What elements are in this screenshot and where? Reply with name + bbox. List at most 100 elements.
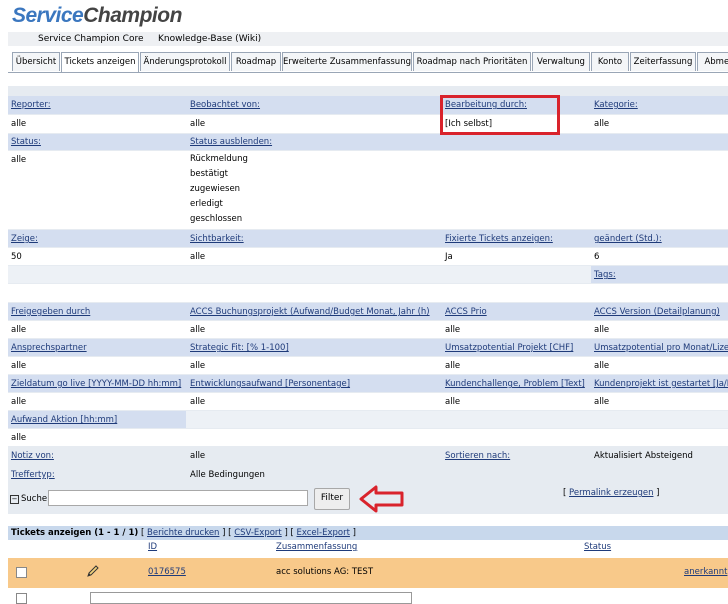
- filter-buchungsprojekt-value: alle: [190, 325, 206, 335]
- filter-row-10: Treffertyp: Alle Bedingungen: [8, 466, 728, 484]
- filter-accs-version-value: alle: [594, 325, 610, 335]
- hide-status-item: bestätigt: [190, 169, 229, 179]
- edit-pencil-icon[interactable]: [86, 564, 100, 578]
- filter-reporter-label[interactable]: Reporter:: [11, 100, 51, 110]
- filter-status-ausblenden-label[interactable]: Status ausblenden:: [190, 137, 272, 147]
- tab-konto[interactable]: Konto: [591, 52, 629, 71]
- ticket-id[interactable]: 0176575: [148, 567, 186, 577]
- filter-sortieren-value: Aktualisiert Absteigend: [594, 451, 693, 461]
- hide-status-item: Rückmeldung: [190, 154, 248, 164]
- filter-row-7-headers: Zieldatum go live [YYYY-MM-DD hh:mm] Ent…: [8, 375, 728, 392]
- row-checkbox[interactable]: [16, 567, 27, 578]
- tab-aenderungsprotokoll[interactable]: Änderungsprotokoll: [140, 52, 230, 71]
- tab-uebersicht[interactable]: Übersicht: [12, 52, 60, 71]
- bottom-action-row: [8, 590, 728, 604]
- print-reports-link[interactable]: Berichte drucken: [147, 528, 219, 538]
- filter-accs-version-label[interactable]: ACCS Version (Detailplanung): [594, 307, 720, 317]
- tab-roadmap-prioritaeten[interactable]: Roadmap nach Prioritäten: [413, 52, 531, 71]
- tab-tickets-anzeigen[interactable]: Tickets anzeigen: [61, 52, 139, 72]
- filter-kundenprojekt-label[interactable]: Kundenprojekt ist gestartet [Ja/Nei: [594, 379, 728, 389]
- ticket-status[interactable]: anerkannt: [684, 567, 727, 577]
- filter-zieldatum-label[interactable]: Zieldatum go live [YYYY-MM-DD hh:mm]: [11, 379, 181, 389]
- filter-sichtbarkeit-label[interactable]: Sichtbarkeit:: [190, 234, 244, 244]
- filter-fixierte-label[interactable]: Fixierte Tickets anzeigen:: [445, 234, 553, 244]
- filter-row-3-headers: Zeige: Sichtbarkeit: Fixierte Tickets an…: [8, 230, 728, 247]
- csv-export-link[interactable]: CSV-Export: [234, 528, 282, 538]
- filter-strategic-fit-label[interactable]: Strategic Fit: [% 1-100]: [190, 343, 289, 353]
- filter-row-2-headers: Status: Status ausblenden:: [8, 134, 728, 150]
- tab-abmelden[interactable]: Abmel: [697, 52, 728, 71]
- column-id[interactable]: ID: [148, 542, 157, 552]
- filter-kategorie-value: alle: [594, 119, 610, 129]
- logo: ServiceChampion: [12, 4, 182, 28]
- filter-row-8-headers: Aufwand Aktion [hh:mm]: [8, 411, 728, 428]
- filter-status-value: alle: [11, 155, 27, 165]
- filter-button[interactable]: Filter: [314, 488, 350, 510]
- excel-export-link[interactable]: Excel-Export: [297, 528, 350, 538]
- filter-ansprechspartner-label[interactable]: Ansprechspartner: [11, 343, 87, 353]
- project-core[interactable]: Service Champion Core: [38, 34, 144, 44]
- collapse-icon[interactable]: −: [10, 495, 19, 504]
- filter-row-8-values: alle: [8, 429, 728, 446]
- logo-champion: Champion: [83, 4, 182, 27]
- results-column-headers: ID Zusammenfassung Status: [8, 542, 728, 554]
- filter-row-1-values: alle alle [Ich selbst] alle: [8, 115, 728, 133]
- logo-service: Service: [12, 4, 84, 27]
- tab-roadmap[interactable]: Roadmap: [231, 52, 281, 71]
- filter-tags-label[interactable]: Tags:: [594, 270, 616, 280]
- hide-status-item: zugewiesen: [190, 184, 241, 194]
- filter-notiz-label[interactable]: Notiz von:: [11, 451, 54, 461]
- filter-sortieren-label[interactable]: Sortieren nach:: [445, 451, 510, 461]
- filter-freigegeben-label[interactable]: Freigegeben durch: [11, 307, 90, 317]
- tab-erweiterte-zusammenfassung[interactable]: Erweiterte Zusammenfassung: [282, 52, 412, 71]
- select-all-checkbox[interactable]: [16, 593, 27, 604]
- filter-geaendert-label[interactable]: geändert (Std.):: [594, 234, 662, 244]
- column-summary[interactable]: Zusammenfassung: [276, 542, 357, 552]
- search-input[interactable]: [48, 490, 308, 506]
- filter-aufwand-aktion-label[interactable]: Aufwand Aktion [hh:mm]: [11, 415, 117, 425]
- filter-status-label[interactable]: Status:: [11, 137, 41, 147]
- filter-row-9: Notiz von: alle Sortieren nach: Aktualis…: [8, 447, 728, 465]
- tab-zeiterfassung[interactable]: Zeiterfassung: [630, 52, 696, 71]
- arrow-icon: [359, 485, 404, 513]
- hide-status-item: erledigt: [190, 199, 223, 209]
- filter-sichtbarkeit-value: alle: [190, 252, 206, 262]
- filter-row-4: Tags:: [8, 266, 728, 283]
- results-title: Tickets anzeigen (1 - 1 / 1): [11, 528, 139, 538]
- filter-row-5-headers: Freigegeben durch ACCS Buchungsprojekt (…: [8, 303, 728, 320]
- filter-zieldatum-value: alle: [11, 397, 27, 407]
- filter-beobachtet-label[interactable]: Beobachtet von:: [190, 100, 260, 110]
- column-status[interactable]: Status: [584, 542, 611, 552]
- filter-zeige-label[interactable]: Zeige:: [11, 234, 38, 244]
- permalink-link[interactable]: Permalink erzeugen: [569, 488, 653, 498]
- filter-row-7-values: alle alle alle alle: [8, 393, 728, 410]
- filter-kategorie-label[interactable]: Kategorie:: [594, 100, 638, 110]
- filter-reporter-value: alle: [11, 119, 27, 129]
- filter-entwicklungsaufwand-label[interactable]: Entwicklungsaufwand [Personentage]: [190, 379, 350, 389]
- filter-kundenchallenge-label[interactable]: Kundenchallenge, Problem [Text]: [445, 379, 585, 389]
- filter-row-6-headers: Ansprechspartner Strategic Fit: [% 1-100…: [8, 339, 728, 356]
- filter-umsatzpotential-monat-value: alle: [594, 361, 610, 371]
- filter-buchungsprojekt-label[interactable]: ACCS Buchungsprojekt (Aufwand/Budget Mon…: [190, 307, 430, 317]
- filter-ansprechspartner-value: alle: [11, 361, 27, 371]
- filter-freigegeben-value: alle: [11, 325, 27, 335]
- project-wiki[interactable]: Knowledge-Base (Wiki): [158, 34, 261, 44]
- filter-entwicklungsaufwand-value: alle: [190, 397, 206, 407]
- filter-accs-prio-label[interactable]: ACCS Prio: [445, 307, 487, 317]
- results-panel: Tickets anzeigen (1 - 1 / 1) [ Berichte …: [8, 526, 728, 604]
- filter-kundenprojekt-value: alle: [594, 397, 610, 407]
- filter-strategic-fit-value: alle: [190, 361, 206, 371]
- filter-notiz-value: alle: [190, 451, 206, 461]
- ticket-summary: acc solutions AG: TEST: [276, 567, 374, 577]
- tab-verwaltung[interactable]: Verwaltung: [532, 52, 590, 71]
- filter-row-5-values: alle alle alle alle: [8, 321, 728, 338]
- filter-treffertyp-label[interactable]: Treffertyp:: [11, 470, 55, 480]
- filter-aufwand-aktion-value: alle: [11, 433, 27, 443]
- filter-accs-prio-value: alle: [445, 325, 461, 335]
- filter-panel: Reporter: Beobachtet von: Bearbeitung du…: [8, 86, 728, 514]
- filter-umsatzpotential-projekt-label[interactable]: Umsatzpotential Projekt [CHF]: [445, 343, 573, 353]
- filter-treffertyp-value: Alle Bedingungen: [190, 470, 265, 480]
- filter-umsatzpotential-monat-label[interactable]: Umsatzpotential pro Monat/Lizenz: [594, 343, 728, 353]
- action-select[interactable]: [90, 592, 412, 604]
- filter-kundenchallenge-value: alle: [445, 397, 461, 407]
